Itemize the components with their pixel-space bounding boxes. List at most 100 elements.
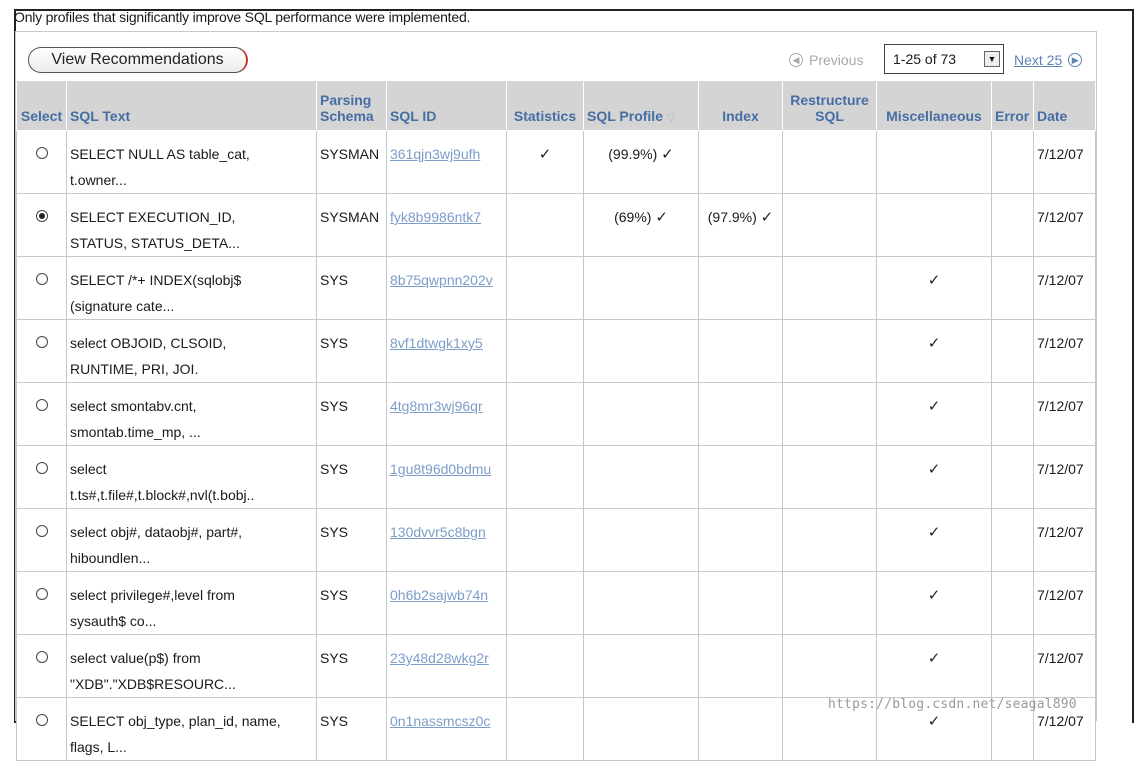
parsing-schema-cell: SYS	[316, 382, 387, 446]
statistics-cell	[506, 634, 584, 698]
select-cell	[16, 319, 67, 383]
sql-id-link[interactable]: 23y48d28wkg2r	[390, 650, 489, 666]
sql-profile-benefit: (99.9%)	[608, 146, 658, 162]
date-cell: 7/12/07	[1033, 445, 1096, 509]
miscellaneous-check-icon: ✓	[927, 524, 941, 541]
sql-id-link[interactable]: 8b75qwpnn202v	[390, 272, 493, 288]
sql-id-cell: 1gu8t96d0bdmu	[386, 445, 507, 509]
col-sql-profile[interactable]: SQL Profile ▽	[583, 80, 699, 131]
row-select-radio[interactable]	[35, 588, 48, 600]
statistics-cell	[506, 193, 584, 257]
sql-profile-cell	[583, 634, 699, 698]
miscellaneous-cell: ✓	[876, 319, 992, 383]
sql-text-line2: RUNTIME, PRI, JOI.	[70, 361, 199, 377]
miscellaneous-cell	[876, 130, 992, 194]
sql-id-link[interactable]: 130dvvr5c8bgn	[390, 524, 486, 540]
sql-text-line1: select smontabv.cnt,	[70, 398, 197, 414]
sql-id-cell: fyk8b9986ntk7	[386, 193, 507, 257]
statistics-cell: ✓	[506, 130, 584, 194]
row-select-radio[interactable]	[35, 462, 48, 474]
error-cell	[991, 634, 1034, 698]
select-cell	[16, 571, 67, 635]
index-cell	[698, 445, 783, 509]
table-header-row: Select SQL Text Parsing Schema SQL ID Sta…	[16, 80, 1096, 131]
col-restructure-line2: SQL	[815, 108, 844, 124]
index-cell	[698, 382, 783, 446]
row-select-radio[interactable]	[35, 525, 48, 537]
row-select-radio[interactable]	[35, 336, 48, 348]
select-cell	[16, 256, 67, 320]
page-range-select[interactable]: 1-25 of 73 ▼	[884, 44, 1004, 74]
miscellaneous-check-icon: ✓	[927, 272, 941, 289]
miscellaneous-check-icon: ✓	[927, 461, 941, 478]
sql-id-link[interactable]: 361qjn3wj9ufh	[390, 146, 480, 162]
sql-id-cell: 130dvvr5c8bgn	[386, 508, 507, 572]
sql-id-link[interactable]: 1gu8t96d0bdmu	[390, 461, 491, 477]
date-cell: 7/12/07	[1033, 571, 1096, 635]
miscellaneous-check-icon: ✓	[927, 713, 941, 730]
miscellaneous-cell: ✓	[876, 634, 992, 698]
row-select-radio[interactable]	[35, 714, 48, 726]
date-cell: 7/12/07	[1033, 319, 1096, 383]
restructure-sql-cell	[782, 319, 877, 383]
miscellaneous-check-icon: ✓	[927, 335, 941, 352]
error-cell	[991, 256, 1034, 320]
date-cell: 7/12/07	[1033, 382, 1096, 446]
watermark-text: https://blog.csdn.net/seagal890	[828, 697, 1077, 712]
sql-text-line2: flags, L...	[70, 739, 127, 755]
statistics-cell	[506, 697, 584, 761]
previous-page-link: ◀ Previous	[789, 52, 863, 68]
statistics-cell	[506, 445, 584, 509]
next-page-link[interactable]: Next 25 ▶	[1014, 52, 1083, 68]
col-miscellaneous: Miscellaneous	[876, 80, 992, 131]
sort-descending-icon[interactable]: ▽	[667, 112, 675, 124]
statistics-check-icon: ✓	[538, 146, 552, 163]
date-cell: 7/12/07	[1033, 130, 1096, 194]
row-select-radio[interactable]	[35, 273, 48, 285]
view-recommendations-button[interactable]: View Recommendations	[28, 47, 248, 73]
sql-profile-cell	[583, 508, 699, 572]
previous-label: Previous	[809, 52, 864, 68]
sql-text-line1: select privilege#,level from	[70, 587, 235, 603]
sql-id-link[interactable]: fyk8b9986ntk7	[390, 209, 481, 225]
sql-text-cell: select value(p$) from "XDB"."XDB$RESOURC.…	[66, 634, 317, 698]
date-cell: 7/12/07	[1033, 508, 1096, 572]
page-range-value: 1-25 of 73	[893, 51, 957, 67]
col-error: Error	[991, 80, 1034, 131]
statistics-cell	[506, 571, 584, 635]
row-select-radio[interactable]	[35, 147, 48, 159]
sql-text-cell: select privilege#,level from sysauth$ co.…	[66, 571, 317, 635]
next-label[interactable]: Next 25	[1014, 52, 1062, 68]
sql-profile-cell	[583, 697, 699, 761]
parsing-schema-cell: SYS	[316, 508, 387, 572]
statistics-cell	[506, 382, 584, 446]
sql-profile-cell	[583, 445, 699, 509]
restructure-sql-cell	[782, 256, 877, 320]
select-cell	[16, 130, 67, 194]
error-cell	[991, 193, 1034, 257]
select-cell	[16, 697, 67, 761]
miscellaneous-check-icon: ✓	[927, 587, 941, 604]
sql-id-link[interactable]: 4tg8mr3wj96qr	[390, 398, 483, 414]
col-parsing-schema-line2: Schema	[320, 108, 374, 124]
table-row: select obj#, dataobj#, part#, hiboundlen.…	[16, 508, 1096, 572]
parsing-schema-cell: SYS	[316, 697, 387, 761]
sql-text-cell: select smontabv.cnt, smontab.time_mp, ...	[66, 382, 317, 446]
sql-text-line2: "XDB"."XDB$RESOURC...	[70, 676, 236, 692]
sql-text-line1: select	[70, 461, 107, 477]
dropdown-arrow-icon[interactable]: ▼	[984, 51, 1000, 67]
col-sql-profile-label[interactable]: SQL Profile	[587, 108, 663, 124]
sql-id-link[interactable]: 8vf1dtwgk1xy5	[390, 335, 483, 351]
select-cell	[16, 382, 67, 446]
row-select-radio[interactable]	[35, 399, 48, 411]
sql-id-link[interactable]: 0h6b2sajwb74n	[390, 587, 488, 603]
row-select-radio[interactable]	[35, 210, 48, 222]
sql-profile-cell	[583, 256, 699, 320]
error-cell	[991, 130, 1034, 194]
sql-text-line2: t.owner...	[70, 172, 127, 188]
index-cell	[698, 508, 783, 572]
restructure-sql-cell	[782, 193, 877, 257]
restructure-sql-cell	[782, 508, 877, 572]
row-select-radio[interactable]	[35, 651, 48, 663]
next-arrow-icon[interactable]: ▶	[1068, 53, 1083, 67]
